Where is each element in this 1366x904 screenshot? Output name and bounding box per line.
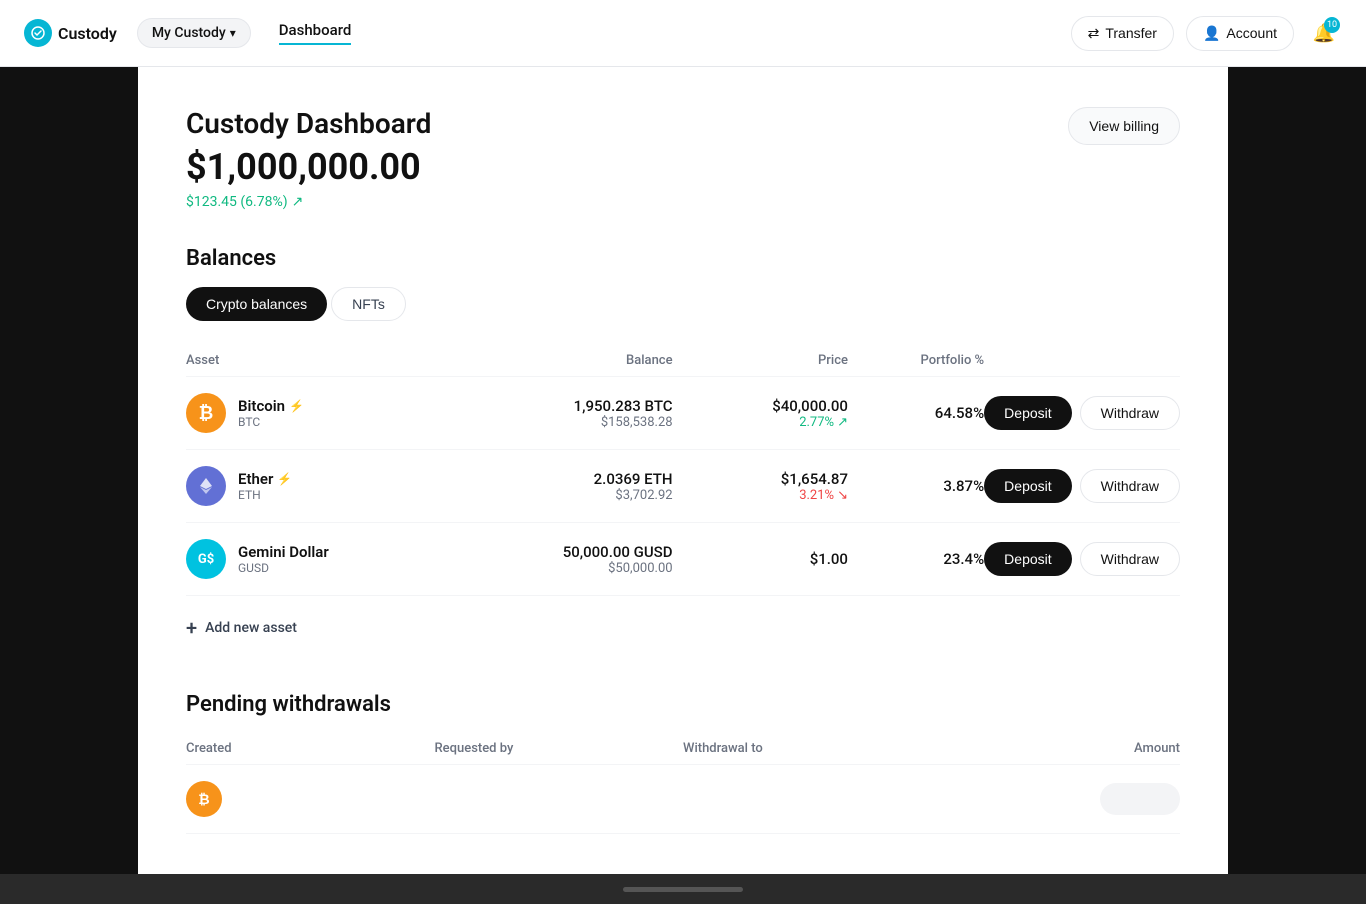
tab-dashboard[interactable]: Dashboard bbox=[279, 21, 352, 45]
nav-logo-text: Custody bbox=[58, 24, 117, 43]
account-label: Account bbox=[1226, 25, 1277, 41]
asset-ticker: BTC bbox=[238, 415, 304, 429]
deposit-button[interactable]: Deposit bbox=[984, 542, 1071, 576]
asset-name: Ether bbox=[238, 470, 273, 488]
asset-balance: 1,950.283 BTC $158,538.28 bbox=[478, 397, 672, 430]
view-billing-button[interactable]: View billing bbox=[1068, 107, 1180, 145]
transfer-icon: ⇄ bbox=[1088, 25, 1100, 42]
plus-icon: + bbox=[186, 616, 197, 640]
arrow-up-icon: ↗ bbox=[292, 194, 304, 210]
col-price: Price bbox=[673, 345, 848, 377]
asset-icon-gusd: G$ bbox=[186, 539, 226, 579]
asset-price: $1,654.87 3.21% ↘ bbox=[673, 470, 848, 503]
asset-info: G$ Gemini Dollar GUSD bbox=[186, 539, 478, 579]
col-amount: Amount bbox=[932, 733, 1181, 765]
asset-info: ₿ Bitcoin ⚡ BTC bbox=[186, 393, 478, 433]
nav-left: Custody My Custody ▾ Dashboard bbox=[24, 18, 1071, 48]
pending-row: ₿ bbox=[186, 765, 1180, 834]
withdraw-button[interactable]: Withdraw bbox=[1080, 469, 1180, 503]
chevron-down-icon: ▾ bbox=[230, 26, 236, 40]
pending-table: Created Requested by Withdrawal to Amoun… bbox=[186, 733, 1180, 834]
navbar: Custody My Custody ▾ Dashboard ⇄ Transfe… bbox=[0, 0, 1366, 67]
dashboard-title: Custody Dashboard bbox=[186, 107, 431, 140]
dashboard-change: $123.45 (6.78%) ↗ bbox=[186, 194, 431, 210]
account-icon: 👤 bbox=[1203, 25, 1220, 42]
notification-badge: 10 bbox=[1324, 17, 1340, 33]
dashboard-balance: $1,000,000.00 bbox=[186, 146, 431, 188]
table-row: G$ Gemini Dollar GUSD 50,000.00 GUSD $50… bbox=[186, 523, 1180, 596]
arrow-up-icon: ↗ bbox=[837, 415, 848, 430]
table-row: ₿ Bitcoin ⚡ BTC 1,950.283 BTC $158,538.2… bbox=[186, 377, 1180, 450]
dashboard-header: Custody Dashboard $1,000,000.00 $123.45 … bbox=[186, 107, 1180, 210]
change-value: $123.45 (6.78%) bbox=[186, 194, 288, 210]
asset-ticker: GUSD bbox=[238, 561, 329, 575]
asset-ticker: ETH bbox=[238, 488, 292, 502]
col-requested-by: Requested by bbox=[435, 733, 684, 765]
asset-price: $1.00 bbox=[673, 550, 848, 568]
asset-price: $40,000.00 2.77% ↗ bbox=[673, 397, 848, 430]
transfer-label: Transfer bbox=[1105, 25, 1157, 41]
asset-portfolio: 3.87% bbox=[848, 477, 984, 495]
asset-balance: 50,000.00 GUSD $50,000.00 bbox=[478, 543, 672, 576]
asset-icon-eth bbox=[186, 466, 226, 506]
tab-crypto-balances[interactable]: Crypto balances bbox=[186, 287, 327, 321]
bottom-bar bbox=[0, 874, 1366, 904]
asset-actions: Deposit Withdraw bbox=[984, 469, 1180, 503]
col-actions bbox=[984, 345, 1180, 377]
main-wrapper: Custody Dashboard $1,000,000.00 $123.45 … bbox=[0, 67, 1366, 874]
balance-tabs: Crypto balances NFTs bbox=[186, 287, 1180, 321]
pending-asset-icon: ₿ bbox=[186, 781, 222, 817]
col-asset: Asset bbox=[186, 345, 478, 377]
notification-button[interactable]: 🔔 10 bbox=[1306, 15, 1342, 51]
arrow-down-icon: ↘ bbox=[837, 488, 848, 503]
asset-actions: Deposit Withdraw bbox=[984, 396, 1180, 430]
nav-logo[interactable]: Custody bbox=[24, 19, 117, 47]
asset-name: Bitcoin bbox=[238, 397, 285, 415]
col-portfolio: Portfolio % bbox=[848, 345, 984, 377]
asset-portfolio: 23.4% bbox=[848, 550, 984, 568]
bottom-handle bbox=[623, 887, 743, 892]
asset-table: Asset Balance Price Portfolio % ₿ Bitcoi… bbox=[186, 345, 1180, 596]
withdraw-button[interactable]: Withdraw bbox=[1080, 542, 1180, 576]
col-balance: Balance bbox=[478, 345, 672, 377]
deposit-button[interactable]: Deposit bbox=[984, 396, 1071, 430]
col-withdrawal-to: Withdrawal to bbox=[683, 733, 932, 765]
transfer-button[interactable]: ⇄ Transfer bbox=[1071, 16, 1174, 51]
dashboard-info: Custody Dashboard $1,000,000.00 $123.45 … bbox=[186, 107, 431, 210]
add-asset-label: Add new asset bbox=[205, 620, 297, 636]
col-created: Created bbox=[186, 733, 435, 765]
nav-right: ⇄ Transfer 👤 Account 🔔 10 bbox=[1071, 15, 1342, 51]
asset-balance: 2.0369 ETH $3,702.92 bbox=[478, 470, 672, 503]
asset-icon-btc: ₿ bbox=[186, 393, 226, 433]
pending-withdrawals-title: Pending withdrawals bbox=[186, 692, 1180, 717]
my-custody-label: My Custody bbox=[152, 25, 226, 41]
content-card: Custody Dashboard $1,000,000.00 $123.45 … bbox=[138, 67, 1228, 874]
asset-actions: Deposit Withdraw bbox=[984, 542, 1180, 576]
asset-portfolio: 64.58% bbox=[848, 404, 984, 422]
asset-name: Gemini Dollar bbox=[238, 543, 329, 561]
add-asset-row[interactable]: + Add new asset bbox=[186, 596, 1180, 660]
nav-tabs: Dashboard bbox=[279, 21, 352, 45]
withdraw-button[interactable]: Withdraw bbox=[1080, 396, 1180, 430]
custody-logo-icon bbox=[24, 19, 52, 47]
table-row: Ether ⚡ ETH 2.0369 ETH $3,702.92 $1,654.… bbox=[186, 450, 1180, 523]
balances-section-title: Balances bbox=[186, 246, 1180, 271]
tab-nfts[interactable]: NFTs bbox=[331, 287, 406, 321]
deposit-button[interactable]: Deposit bbox=[984, 469, 1071, 503]
account-button[interactable]: 👤 Account bbox=[1186, 16, 1294, 51]
asset-info: Ether ⚡ ETH bbox=[186, 466, 478, 506]
pending-withdrawals-section: Pending withdrawals Created Requested by… bbox=[186, 692, 1180, 834]
my-custody-dropdown[interactable]: My Custody ▾ bbox=[137, 18, 251, 48]
